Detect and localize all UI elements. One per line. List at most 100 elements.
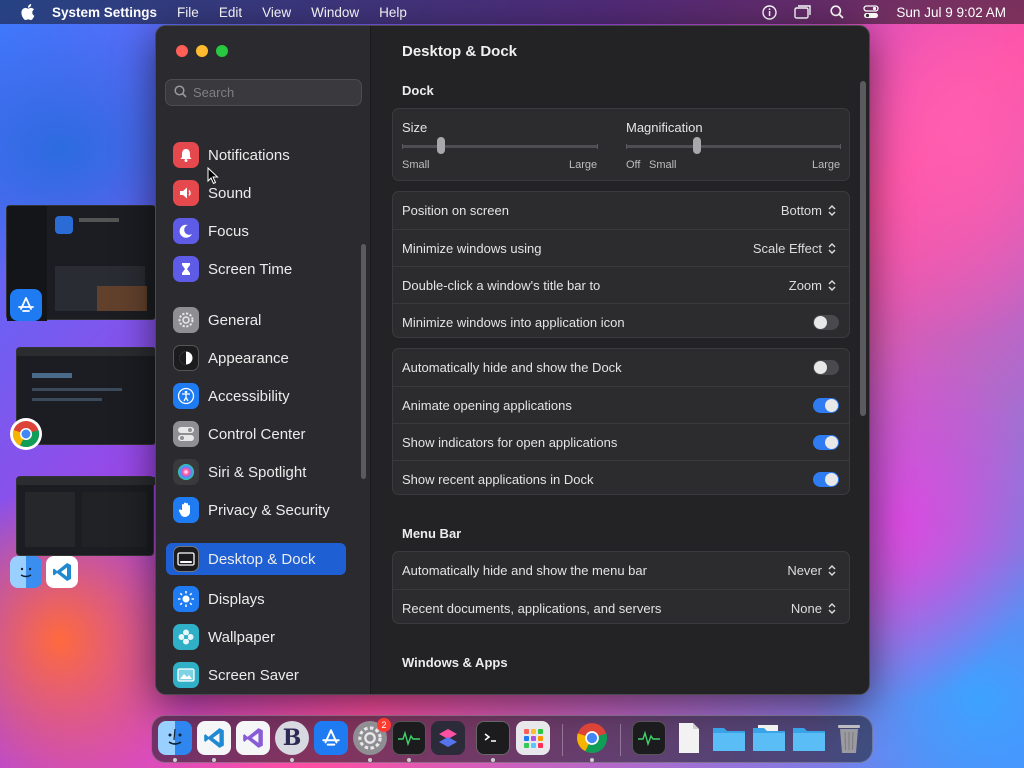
show-recent-toggle[interactable] — [813, 471, 839, 487]
close-button[interactable] — [176, 45, 188, 57]
terminal-icon[interactable] — [476, 721, 510, 755]
search-field[interactable] — [165, 79, 362, 106]
double-click-row: Double-click a window's title bar to Zoo… — [393, 266, 849, 303]
menu-bar-group: Automatically hide and show the menu bar… — [392, 551, 850, 624]
menu-view[interactable]: View — [262, 5, 291, 20]
recent-items-row: Recent documents, applications, and serv… — [393, 589, 849, 626]
menu-clock[interactable]: Sun Jul 9 9:02 AM — [896, 5, 1006, 20]
sidebar-item-screen-saver[interactable]: Screen Saver — [166, 659, 346, 691]
magnification-slider-tick — [840, 144, 841, 149]
zoom-button[interactable] — [216, 45, 228, 57]
sidebar-item-accessibility[interactable]: Accessibility — [166, 380, 346, 412]
sidebar-scrollbar[interactable] — [361, 244, 366, 479]
sidebar-item-label: Notifications — [208, 146, 290, 164]
double-click-label: Double-click a window's title bar to — [402, 277, 601, 293]
show-indicators-toggle[interactable] — [813, 434, 839, 450]
shortcuts-icon[interactable] — [431, 721, 465, 755]
running-indicator — [491, 758, 495, 762]
minimize-effect-popup[interactable]: Scale Effect — [753, 241, 837, 256]
double-click-value: Zoom — [788, 277, 822, 293]
animate-apps-label: Animate opening applications — [402, 397, 572, 413]
sidebar-item-focus[interactable]: Focus — [166, 215, 346, 247]
sidebar-item-label: Displays — [208, 590, 265, 608]
sidebar-item-screen-time[interactable]: Screen Time — [166, 253, 346, 285]
minimize-button[interactable] — [196, 45, 208, 57]
size-max-label: Large — [569, 159, 598, 171]
minimize-into-icon-toggle[interactable] — [813, 314, 839, 330]
spotlight-search-icon[interactable] — [828, 4, 846, 20]
menu-help[interactable]: Help — [379, 5, 407, 20]
folder-icon[interactable] — [752, 721, 786, 755]
folder-icon[interactable] — [712, 721, 746, 755]
mouse-cursor-icon — [207, 166, 219, 190]
apple-menu-icon[interactable] — [18, 2, 38, 22]
autohide-menubar-popup[interactable]: Never — [787, 563, 837, 578]
menu-file[interactable]: File — [177, 5, 199, 20]
control-center-icon[interactable] — [862, 4, 880, 20]
folder-icon[interactable] — [792, 721, 826, 755]
sidebar-item-displays[interactable]: Displays — [166, 583, 346, 615]
sidebar-item-siri-spotlight[interactable]: Siri & Spotlight — [166, 456, 346, 488]
animate-apps-row: Animate opening applications — [393, 386, 849, 423]
vscode-icon[interactable] — [197, 721, 231, 755]
sidebar-item-control-center[interactable]: Control Center — [166, 418, 346, 450]
window-status-icon[interactable] — [794, 4, 812, 20]
trash-icon[interactable] — [832, 721, 866, 755]
info-status-icon[interactable] — [760, 4, 778, 20]
chrome-icon[interactable] — [575, 721, 609, 755]
system-settings-icon[interactable]: 2 — [353, 718, 391, 755]
minimize-effect-row: Minimize windows using Scale Effect — [393, 229, 849, 266]
show-indicators-label: Show indicators for open applications — [402, 434, 618, 450]
position-popup[interactable]: Bottom — [781, 203, 837, 218]
sidebar-item-appearance[interactable]: Appearance — [166, 342, 346, 374]
activity-monitor-icon[interactable] — [392, 721, 426, 755]
sidebar-item-wallpaper[interactable]: Wallpaper — [166, 621, 346, 653]
background-window-thumbnail[interactable] — [16, 476, 155, 556]
app-store-icon[interactable] — [314, 721, 348, 755]
magnification-slider-track[interactable] — [626, 145, 841, 148]
bbedit-icon[interactable]: B — [275, 721, 309, 755]
sidebar-item-sound[interactable]: Sound — [166, 177, 346, 209]
magnification-max-label: Large — [812, 159, 841, 171]
dock-options-group: Position on screen Bottom Minimize windo… — [392, 191, 850, 338]
visual-studio-icon[interactable] — [236, 721, 270, 755]
autohide-dock-toggle[interactable] — [813, 360, 839, 375]
notification-badge: 2 — [377, 718, 391, 732]
content-pane: Desktop & Dock Dock Size Small Large Mag… — [372, 26, 869, 694]
dock-separator — [620, 724, 621, 756]
position-label: Position on screen — [402, 203, 509, 218]
section-title-windows-apps: Windows & Apps — [402, 655, 508, 670]
size-slider-thumb[interactable] — [437, 137, 446, 154]
menu-edit[interactable]: Edit — [219, 5, 242, 20]
double-click-popup[interactable]: Zoom — [789, 278, 837, 293]
content-scrollbar[interactable] — [860, 81, 866, 416]
sidebar-item-label: Wallpaper — [208, 628, 275, 646]
dock-icon — [173, 546, 199, 572]
sidebar-item-desktop-dock[interactable]: Desktop & Dock — [166, 543, 346, 575]
running-indicator — [290, 758, 294, 762]
running-indicator — [368, 758, 372, 762]
sidebar-item-label: Privacy & Security — [208, 501, 330, 519]
sidebar-item-notifications[interactable]: Notifications — [166, 139, 346, 171]
sidebar-item-general[interactable]: General — [166, 304, 346, 336]
sidebar-item-label: Siri & Spotlight — [208, 463, 307, 481]
menu-app-name[interactable]: System Settings — [52, 5, 157, 20]
show-recent-label: Show recent applications in Dock — [402, 471, 594, 487]
menu-window[interactable]: Window — [311, 5, 359, 20]
document-icon[interactable] — [672, 721, 706, 755]
sidebar-item-privacy-security[interactable]: Privacy & Security — [166, 494, 346, 526]
search-input[interactable] — [193, 85, 353, 100]
size-slider-track[interactable] — [402, 145, 598, 148]
show-recent-row: Show recent applications in Dock — [393, 460, 849, 497]
activity-monitor-recent-icon[interactable] — [632, 721, 666, 755]
gear-icon — [173, 307, 199, 333]
launchpad-icon[interactable] — [516, 721, 550, 755]
running-indicator — [590, 758, 594, 762]
magnification-min-label: Small — [649, 159, 677, 171]
autohide-menubar-value: Never — [787, 563, 822, 578]
magnification-slider-thumb[interactable] — [692, 137, 701, 154]
animate-apps-toggle[interactable] — [813, 397, 839, 413]
recent-items-popup[interactable]: None — [791, 601, 837, 616]
flower-icon — [173, 624, 199, 650]
finder-icon[interactable] — [158, 721, 192, 755]
